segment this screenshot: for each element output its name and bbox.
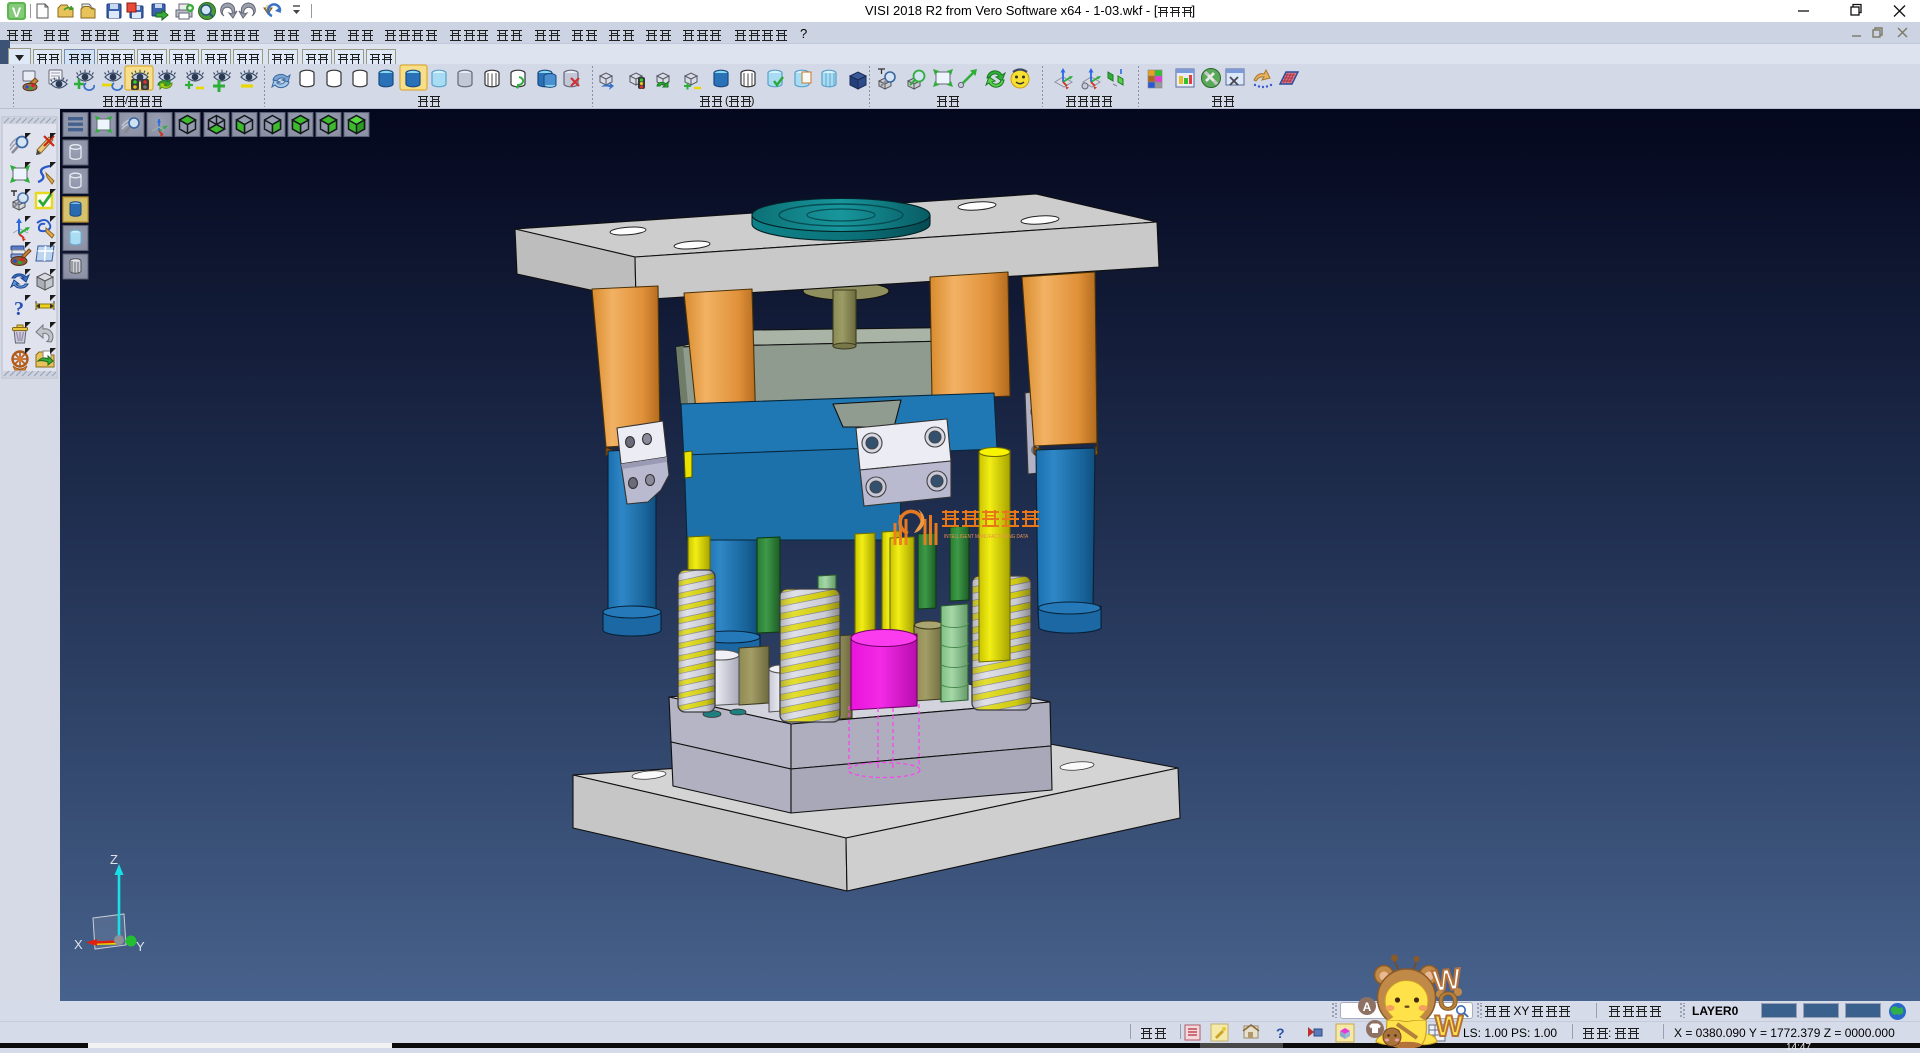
svg-text:?: ? [1276, 1025, 1285, 1041]
svg-text:Z: Z [110, 852, 118, 867]
svg-text:W: W [1435, 1010, 1464, 1043]
svg-text:V: V [12, 4, 22, 20]
svg-text:Y: Y [136, 939, 145, 954]
svg-text:A: A [1363, 1000, 1372, 1014]
svg-text:?: ? [14, 298, 24, 320]
svg-text:X: X [74, 937, 83, 952]
